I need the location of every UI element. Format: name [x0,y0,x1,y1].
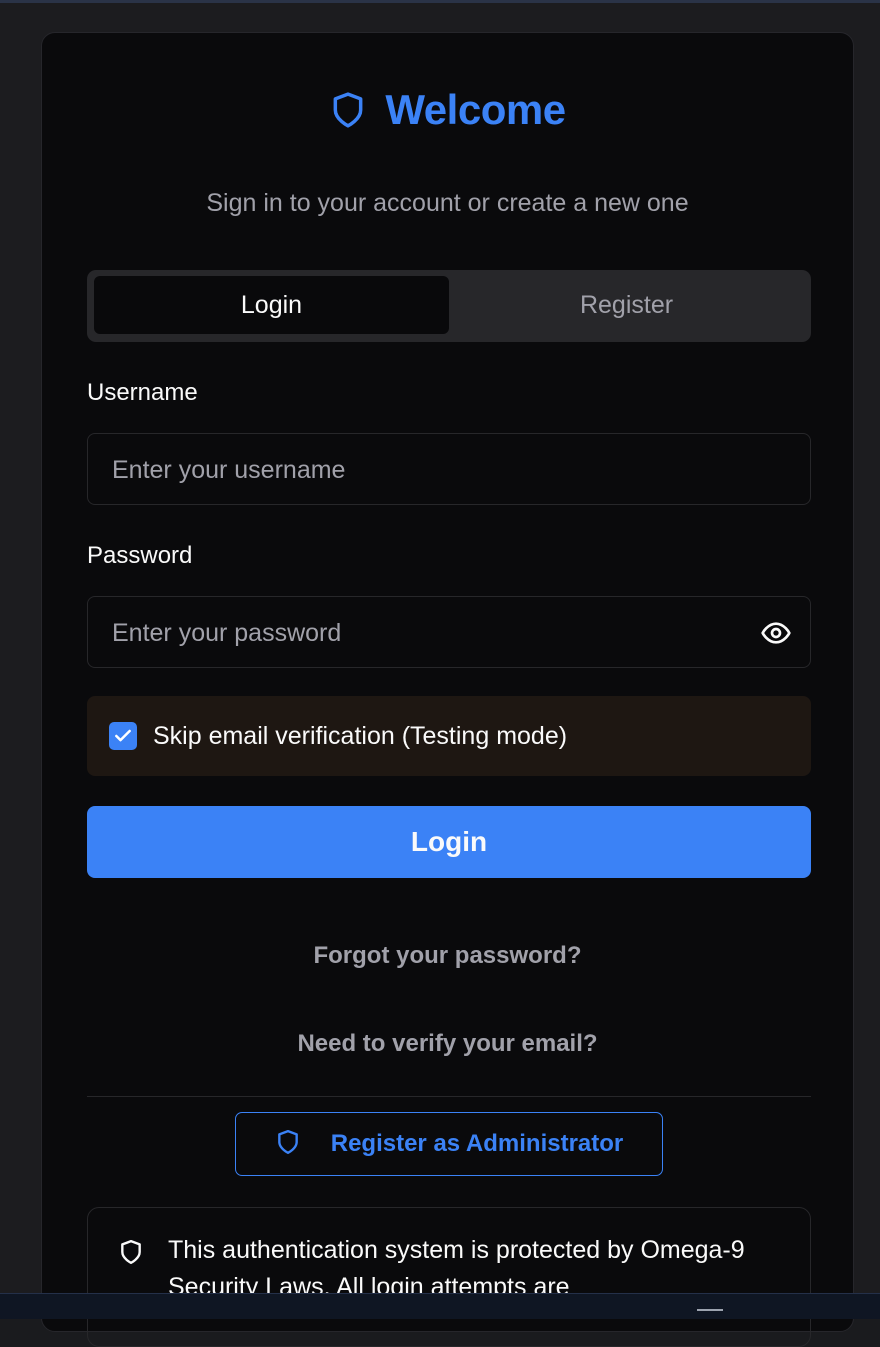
check-icon [115,729,131,742]
header: Welcome [42,85,853,135]
login-button[interactable]: Login [87,806,811,878]
register-admin-label: Register as Administrator [330,1130,624,1157]
security-notice: This authentication system is protected … [87,1207,811,1347]
password-field [87,596,811,669]
auth-card: Welcome Sign in to your account or creat… [41,32,854,1347]
skip-verification-label[interactable]: Skip email verification (Testing mode) [153,722,567,751]
register-admin-button[interactable]: Register as Administrator [235,1112,663,1176]
password-label: Password [87,542,193,569]
skip-verification-checkbox[interactable] [109,722,137,750]
shield-icon [275,1128,301,1161]
shield-icon [118,1238,144,1271]
testing-mode-box: Skip email verification (Testing mode) [87,696,811,776]
eye-icon[interactable] [760,617,792,649]
verify-email-link[interactable]: Need to verify your email? [42,1030,853,1058]
tab-login[interactable]: Login [94,276,449,334]
password-input[interactable] [110,597,754,669]
auth-tabs: Login Register [87,270,811,342]
taskbar [0,1293,880,1319]
forgot-password-link[interactable]: Forgot your password? [42,942,853,970]
divider [87,1096,811,1097]
taskbar-indicator [697,1309,723,1311]
page-subtitle: Sign in to your account or create a new … [206,189,689,217]
page-title: Welcome [385,86,566,133]
username-field [87,433,811,506]
username-label: Username [87,379,198,406]
tab-register[interactable]: Register [449,276,804,334]
shield-icon [329,89,367,131]
page-background: Welcome Sign in to your account or creat… [0,3,880,1347]
username-input[interactable] [110,434,754,506]
